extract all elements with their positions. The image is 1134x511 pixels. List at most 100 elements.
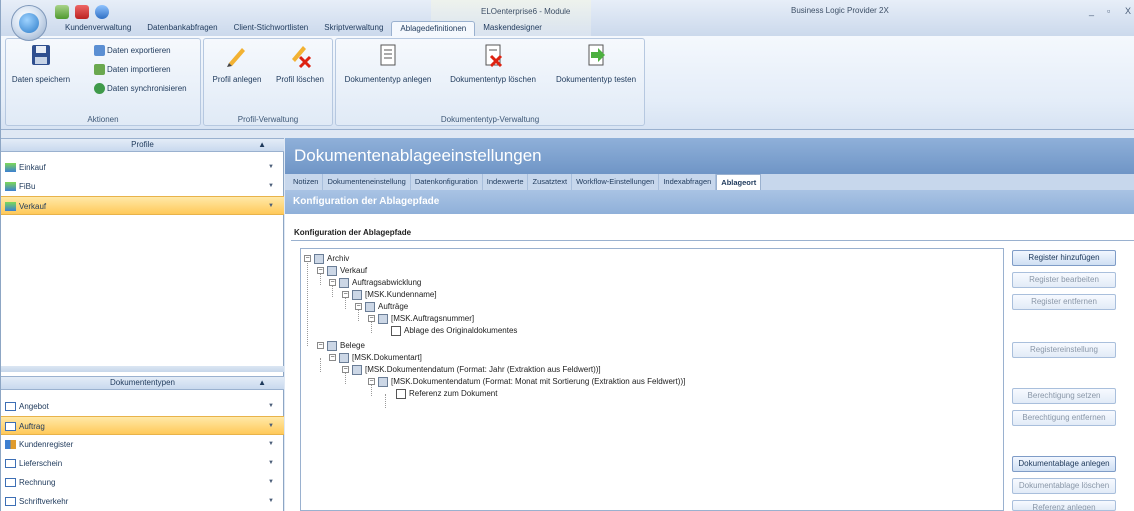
minimize-button[interactable]: _	[1089, 6, 1094, 16]
collapse-toggle-icon[interactable]: −	[304, 255, 311, 262]
profile-create-button[interactable]: Profil anlegen	[207, 43, 267, 84]
doctype-item-auftrag[interactable]: Auftrag ▼	[1, 416, 284, 435]
export-data-label: Daten exportieren	[107, 46, 171, 55]
reference-create-button[interactable]: Referenz anlegen	[1012, 500, 1116, 511]
app-window: ELOenterprise6 - Module Business Logic P…	[0, 0, 1134, 511]
collapse-up-icon[interactable]: ▲	[258, 377, 266, 389]
doctype-delete-button[interactable]: Dokumententyp löschen	[440, 43, 546, 84]
tab-notizen[interactable]: Notizen	[289, 174, 324, 190]
collapse-toggle-icon[interactable]: −	[329, 279, 336, 286]
doctype-create-button[interactable]: Dokumententyp anlegen	[340, 43, 436, 84]
tree-node-kundenname[interactable]: − [MSK.Kundenname]	[342, 289, 437, 300]
doctype-item-schriftverkehr[interactable]: Schriftverkehr ▼	[1, 492, 284, 511]
application-menu-button[interactable]	[11, 5, 47, 41]
chevron-down-icon[interactable]: ▼	[268, 454, 274, 473]
chevron-down-icon[interactable]: ▼	[268, 197, 274, 216]
doctype-test-button[interactable]: Dokumententyp testen	[550, 43, 642, 84]
collapse-up-icon[interactable]: ▲	[258, 139, 266, 151]
register-remove-button[interactable]: Register entfernen	[1012, 294, 1116, 310]
splitter-grip[interactable]	[1, 366, 284, 372]
tree-node-datum-monat[interactable]: − [MSK.Dokumentendatum (Format: Monat mi…	[368, 376, 685, 387]
tree-node-archiv[interactable]: − Archiv	[304, 253, 349, 264]
tree-node-dokumentart[interactable]: − [MSK.Dokumentart]	[329, 352, 422, 363]
tree-node-label: Archiv	[327, 254, 350, 263]
doctype-label: Schriftverkehr	[19, 497, 69, 506]
close-qat-icon[interactable]	[75, 5, 89, 19]
save-qat-icon[interactable]	[55, 5, 69, 19]
collapse-toggle-icon[interactable]: −	[317, 342, 324, 349]
tree-node-belege[interactable]: − Belege	[317, 340, 365, 351]
sync-data-button[interactable]: Daten synchronisieren	[94, 83, 187, 94]
storage-delete-button[interactable]: Dokumentablage löschen	[1012, 478, 1116, 494]
chevron-down-icon[interactable]: ▼	[268, 492, 274, 511]
tab-skriptverwaltung[interactable]: Skriptverwaltung	[316, 21, 391, 36]
tab-indexwerte[interactable]: Indexwerte	[483, 174, 529, 190]
tree-node-datum-jahr[interactable]: − [MSK.Dokumentendatum (Format: Jahr (Ex…	[342, 364, 601, 375]
tab-ablageort[interactable]: Ablageort	[716, 174, 762, 190]
tab-kundenverwaltung[interactable]: Kundenverwaltung	[57, 21, 139, 36]
tab-indexabfragen[interactable]: Indexabfragen	[659, 174, 717, 190]
info-qat-icon[interactable]	[95, 5, 109, 19]
chevron-down-icon[interactable]: ▼	[268, 435, 274, 454]
profile-item-fibu[interactable]: FiBu ▼	[1, 177, 284, 196]
tree-node-auftragsabwicklung[interactable]: − Auftragsabwicklung	[329, 277, 421, 288]
tree-node-verkauf[interactable]: − Verkauf	[317, 265, 367, 276]
collapse-toggle-icon[interactable]: −	[329, 354, 336, 361]
tab-dokumenteneinstellung[interactable]: Dokumenteneinstellung	[323, 174, 411, 190]
doctype-label: Kundenregister	[19, 440, 74, 449]
group-profil-label: Profil-Verwaltung	[237, 115, 299, 124]
doctype-item-rechnung[interactable]: Rechnung ▼	[1, 473, 284, 492]
collapse-toggle-icon[interactable]: −	[317, 267, 324, 274]
profile-delete-button[interactable]: Profil löschen	[272, 43, 328, 84]
tab-ablagedefinitionen[interactable]: Ablagedefinitionen	[391, 21, 476, 36]
permission-set-button[interactable]: Berechtigung setzen	[1012, 388, 1116, 404]
profiles-header-label: Profile	[131, 140, 154, 149]
tab-datenkonfiguration[interactable]: Datenkonfiguration	[411, 174, 483, 190]
doctypes-header[interactable]: Dokumententypen ▲	[1, 376, 284, 390]
chevron-down-icon[interactable]: ▼	[268, 397, 274, 416]
chevron-down-icon[interactable]: ▼	[268, 158, 274, 177]
profile-item-einkauf[interactable]: Einkauf ▼	[1, 158, 284, 177]
tab-workflow-einstellungen[interactable]: Workflow-Einstellungen	[572, 174, 660, 190]
doctype-item-angebot[interactable]: Angebot ▼	[1, 397, 284, 416]
tree-node-auftragsnummer[interactable]: − [MSK.Auftragsnummer]	[368, 313, 474, 324]
register-icon	[378, 313, 388, 324]
maximize-button[interactable]: ▫	[1107, 6, 1110, 16]
register-add-button[interactable]: Register hinzufügen	[1012, 250, 1116, 266]
save-data-button[interactable]: Daten speichern	[9, 43, 73, 84]
profile-item-verkauf[interactable]: Verkauf ▼	[1, 196, 284, 215]
import-data-button[interactable]: Daten importieren	[94, 64, 171, 75]
close-button[interactable]: X	[1125, 6, 1131, 16]
tab-client-stichwortlisten[interactable]: Client-Stichwortlisten	[226, 21, 317, 36]
export-data-button[interactable]: Daten exportieren	[94, 45, 171, 56]
section-title: Konfiguration der Ablagepfade	[293, 196, 440, 207]
tree-node-auftraege[interactable]: − Aufträge	[355, 301, 408, 312]
register-settings-button[interactable]: Registereinstellung	[1012, 342, 1116, 358]
tree-node-label: Ablage des Originaldokumentes	[404, 326, 518, 335]
storage-create-button[interactable]: Dokumentablage anlegen	[1012, 456, 1116, 472]
doctype-item-kundenregister[interactable]: Kundenregister ▼	[1, 435, 284, 454]
tab-zusatztext[interactable]: Zusatztext	[528, 174, 573, 190]
permission-remove-button[interactable]: Berechtigung entfernen	[1012, 410, 1116, 426]
collapse-toggle-icon[interactable]: −	[368, 315, 375, 322]
doctype-item-lieferschein[interactable]: Lieferschein ▼	[1, 454, 284, 473]
profiles-header[interactable]: Profile ▲	[1, 138, 284, 152]
chevron-down-icon[interactable]: ▼	[268, 473, 274, 492]
tab-datenbankabfragen[interactable]: Datenbankabfragen	[139, 21, 225, 36]
ribbon-tabs: Kundenverwaltung Datenbankabfragen Clien…	[51, 21, 550, 36]
storage-path-tree[interactable]: − Archiv − Verkauf − Auftragsabwicklung …	[300, 248, 1004, 511]
collapse-toggle-icon[interactable]: −	[342, 366, 349, 373]
chevron-down-icon[interactable]: ▼	[268, 177, 274, 196]
floppy-disk-icon	[27, 43, 55, 69]
collapse-toggle-icon[interactable]: −	[342, 291, 349, 298]
chevron-down-icon[interactable]: ▼	[268, 417, 274, 436]
cabinet-icon	[327, 265, 337, 276]
collapse-toggle-icon[interactable]: −	[368, 378, 375, 385]
profile-create-label: Profil anlegen	[212, 75, 262, 84]
collapse-toggle-icon[interactable]: −	[355, 303, 362, 310]
tree-node-referenz[interactable]: Referenz zum Dokument	[396, 388, 497, 399]
tree-node-ablage[interactable]: Ablage des Originaldokumentes	[391, 325, 517, 336]
register-edit-button[interactable]: Register bearbeiten	[1012, 272, 1116, 288]
doctype-create-label: Dokumententyp anlegen	[344, 75, 432, 84]
tab-maskendesigner[interactable]: Maskendesigner	[475, 21, 550, 36]
